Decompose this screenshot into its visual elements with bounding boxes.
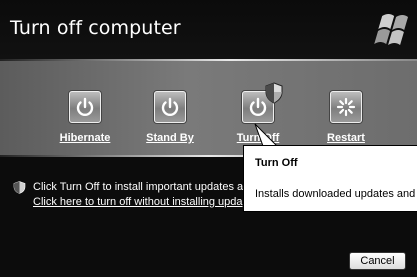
title-bar: Turn off computer [0,0,417,59]
hibernate-label[interactable]: Hibernate [50,132,120,144]
power-icon[interactable] [69,91,101,123]
dialog-title: Turn off computer [10,17,181,39]
shield-icon [265,82,283,104]
windows-logo-icon [367,10,413,52]
turn-off-computer-dialog: Turn off computer Hibernate Stand By Tur… [0,0,417,277]
install-updates-text: Click Turn Off to install important upda… [33,181,244,193]
stand-by-option[interactable]: Stand By [135,91,205,144]
stand-by-label[interactable]: Stand By [135,132,205,144]
tooltip-title: Turn Off [255,157,298,169]
restart-icon[interactable] [330,91,362,123]
turn-off-tooltip: Turn Off Installs downloaded updates and [243,145,417,212]
restart-option[interactable]: Restart [311,91,381,144]
tooltip-body: Installs downloaded updates and [255,188,416,200]
options-band: Hibernate Stand By Turn Off Restart [0,59,417,157]
divider-top [0,59,417,61]
shield-icon [13,181,26,194]
tooltip-pointer [254,123,279,147]
restart-label[interactable]: Restart [311,132,381,144]
cancel-button[interactable]: Cancel [349,252,406,270]
power-icon[interactable] [154,91,186,123]
turn-off-without-updates-link[interactable]: Click here to turn off without installin… [33,196,243,208]
hibernate-option[interactable]: Hibernate [50,91,120,144]
